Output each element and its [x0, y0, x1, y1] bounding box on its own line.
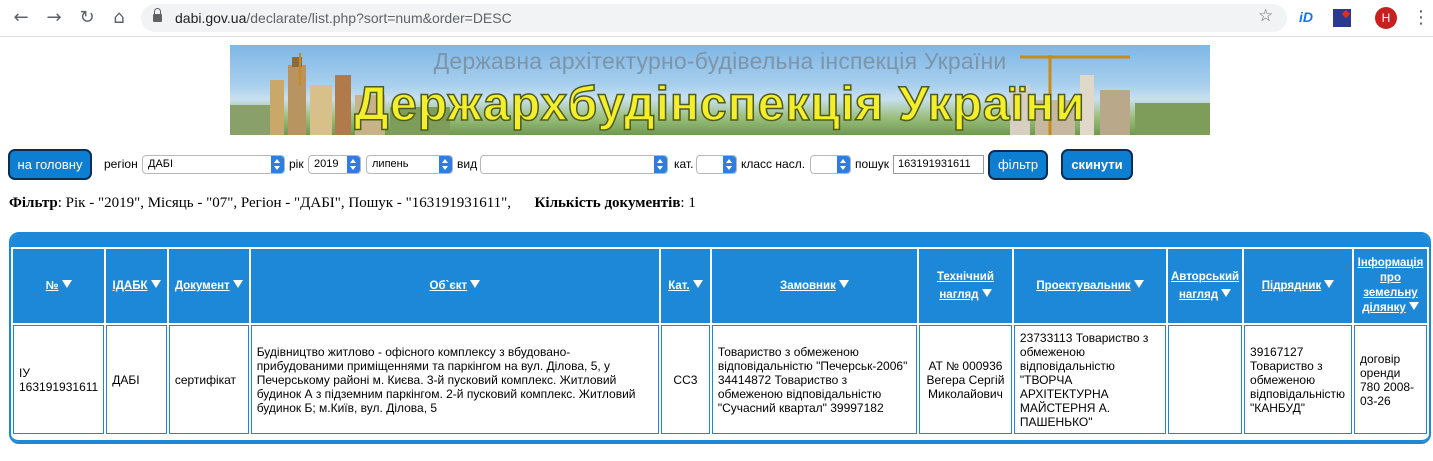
- profile-avatar[interactable]: H: [1375, 7, 1397, 29]
- column-header-customer[interactable]: Замовник: [711, 249, 918, 323]
- chevron-updown-icon: [837, 156, 850, 173]
- reset-button[interactable]: скинути: [1061, 149, 1133, 180]
- sort-desc-icon: [150, 280, 161, 288]
- sort-desc-icon: [232, 280, 243, 288]
- banner-title: Держархбудінспекція України: [354, 77, 1086, 132]
- region-label: регіон: [104, 157, 138, 171]
- column-header-category[interactable]: Кат.: [661, 249, 710, 323]
- document-count-label: Кількість документів: [534, 195, 681, 211]
- sort-desc-icon: [1324, 280, 1335, 288]
- cell-technical-supervision: АТ № 000936 Вегера Сергій Миколайович: [919, 325, 1012, 434]
- chevron-updown-icon: [271, 156, 284, 173]
- url-host: dabi.gov.ua: [175, 10, 247, 26]
- cell-number: ІУ 163191931611: [13, 325, 105, 434]
- cell-contractor: 39167127 Товариство з обмеженою відповід…: [1244, 325, 1352, 434]
- reload-icon[interactable]: ↻: [75, 7, 99, 31]
- menu-dots-icon[interactable]: ⋮: [1412, 6, 1430, 30]
- year-label: рік: [289, 157, 304, 171]
- url-text[interactable]: dabi.gov.ua/declarate/list.php?sort=num&…: [175, 10, 512, 26]
- chevron-updown-icon: [347, 156, 360, 173]
- filter-button[interactable]: фільтр: [988, 150, 1048, 180]
- search-label: пошук: [855, 157, 890, 171]
- bookmark-star-icon[interactable]: ☆: [1258, 6, 1273, 26]
- site-banner: Державна архітектурно-будівельна інспекц…: [230, 45, 1210, 135]
- search-input[interactable]: 163191931611: [893, 155, 984, 174]
- column-header-author-supervision[interactable]: Авторський нагляд: [1168, 249, 1243, 323]
- year-select-value: 2019: [314, 158, 339, 170]
- home-button[interactable]: на головну: [8, 149, 92, 180]
- lock-icon[interactable]: [153, 8, 162, 23]
- cell-author-supervision: [1168, 325, 1243, 434]
- results-table-container: № ІДАБК Документ Об`єкт Кат. Замовник Те…: [9, 232, 1431, 444]
- chevron-updown-icon: [723, 156, 736, 173]
- sort-desc-icon: [838, 280, 849, 288]
- back-icon[interactable]: ←: [9, 7, 33, 31]
- cell-customer: Товариство з обмеженою відповідальністю …: [711, 325, 918, 434]
- results-table: № ІДАБК Документ Об`єкт Кат. Замовник Те…: [11, 247, 1429, 436]
- filter-summary-text: : Рік - "2019", Місяць - "07", Регіон - …: [57, 195, 512, 211]
- sort-desc-icon: [981, 289, 992, 297]
- cell-category: СС3: [661, 325, 710, 434]
- year-select[interactable]: 2019: [308, 155, 361, 174]
- home-icon[interactable]: ⌂: [107, 7, 131, 31]
- cell-designer: 23733113 Товариство з обмеженою відповід…: [1013, 325, 1167, 434]
- extension-flag-icon[interactable]: [1333, 9, 1351, 27]
- column-header-designer[interactable]: Проектувальник: [1013, 249, 1167, 323]
- column-header-idabk[interactable]: ІДАБК: [106, 249, 167, 323]
- type-label: вид: [457, 157, 478, 171]
- month-select-value: липень: [372, 158, 409, 170]
- filter-summary-label: Фільтр: [9, 195, 58, 211]
- sort-desc-icon: [1133, 280, 1144, 288]
- forward-icon[interactable]: →: [42, 7, 66, 31]
- month-select[interactable]: липень: [366, 155, 453, 174]
- sort-desc-icon: [61, 280, 72, 288]
- cell-document: сертифікат: [168, 325, 249, 434]
- sort-desc-icon: [692, 280, 703, 288]
- sort-desc-icon: [1221, 289, 1232, 297]
- column-header-land-info[interactable]: Інформація про земельну ділянку: [1353, 249, 1427, 323]
- banner-subtitle: Державна архітектурно-будівельна інспекц…: [433, 48, 1007, 74]
- url-path: /declarate/list.php?sort=num&order=DESC: [246, 10, 512, 26]
- address-bar[interactable]: dabi.gov.ua/declarate/list.php?sort=num&…: [141, 4, 1287, 32]
- column-header-object[interactable]: Об`єкт: [250, 249, 660, 323]
- class-label: класс насл.: [741, 157, 806, 171]
- column-header-document[interactable]: Документ: [168, 249, 249, 323]
- region-select-value: ДАБІ: [148, 158, 174, 170]
- cell-object: Будівництво житлово - офісного комплексу…: [250, 325, 660, 434]
- sort-desc-icon: [1408, 302, 1419, 310]
- column-header-contractor[interactable]: Підрядник: [1244, 249, 1352, 323]
- column-header-number[interactable]: №: [13, 249, 105, 323]
- table-header-row: № ІДАБК Документ Об`єкт Кат. Замовник Те…: [13, 249, 1427, 323]
- extension-id-icon[interactable]: iD: [1299, 9, 1319, 27]
- chevron-updown-icon: [654, 156, 667, 173]
- region-select[interactable]: ДАБІ: [142, 155, 285, 174]
- table-row: ІУ 163191931611 ДАБІ сертифікат Будівниц…: [13, 325, 1427, 434]
- cell-idabk: ДАБІ: [106, 325, 167, 434]
- type-select[interactable]: [480, 155, 668, 174]
- category-label: кат.: [674, 157, 694, 171]
- document-count-value: : 1: [680, 195, 696, 211]
- class-select[interactable]: [810, 155, 851, 174]
- filter-summary: Фільтр: Рік - "2019", Місяць - "07", Рег…: [9, 195, 696, 212]
- column-header-technical-supervision[interactable]: Технічний нагляд: [919, 249, 1012, 323]
- browser-toolbar: ← → ↻ ⌂ dabi.gov.ua/declarate/list.php?s…: [0, 0, 1433, 37]
- cell-land-info: договір оренди 780 2008-03-26: [1353, 325, 1427, 434]
- sort-desc-icon: [470, 280, 481, 288]
- chevron-updown-icon: [439, 156, 452, 173]
- category-select[interactable]: [696, 155, 737, 174]
